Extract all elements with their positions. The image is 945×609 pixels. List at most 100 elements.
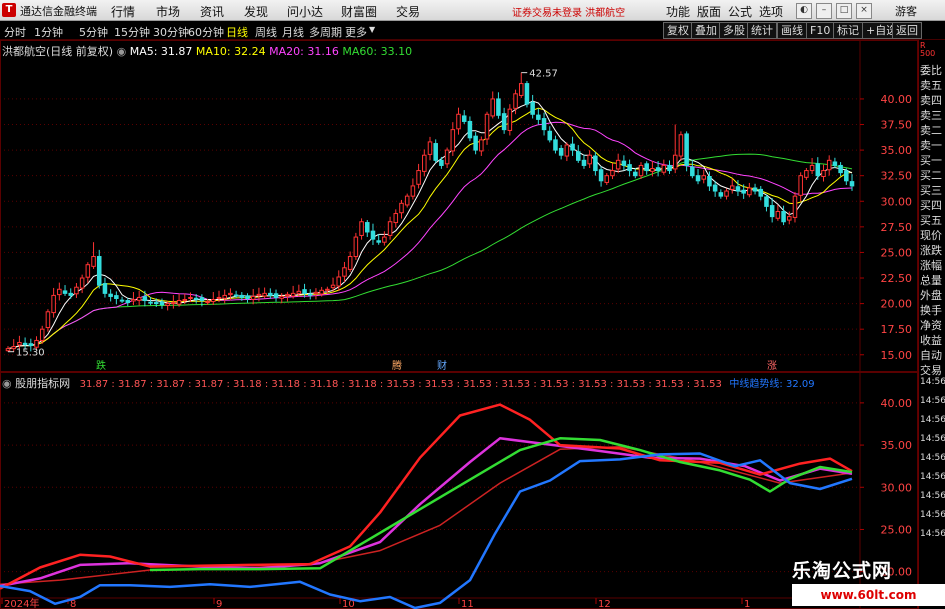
tab-fenshi[interactable]: 分时 (4, 24, 26, 40)
maximize-icon[interactable]: □ (836, 3, 852, 19)
candle (684, 133, 689, 166)
menu-xuanxiang[interactable]: 选项 (759, 3, 783, 20)
menu-faxian[interactable]: 发现 (244, 3, 268, 20)
tab-weekly[interactable]: 周线 (255, 24, 277, 40)
close-icon[interactable]: × (856, 3, 872, 19)
indicator-chart[interactable]: 40.0035.0030.0025.0020.002024年 8 9 10 11 12 1 (0, 372, 918, 609)
minimize-icon[interactable]: – (816, 3, 832, 19)
candle (752, 187, 758, 192)
menu-zixun[interactable]: 资讯 (200, 3, 224, 20)
candle (672, 154, 678, 170)
quote-field-label: 外盘 (920, 289, 942, 302)
trade-login-warning[interactable]: 证券交易未登录 洪都航空 (512, 4, 625, 19)
statistics-button[interactable]: 统计 (747, 22, 777, 39)
candle (233, 294, 239, 297)
tab-5min[interactable]: 5分钟 (79, 24, 108, 40)
overlay-button[interactable]: 叠加 (691, 22, 721, 39)
app-logo-icon: T (2, 3, 16, 17)
candle (826, 159, 832, 171)
candle (34, 339, 39, 348)
candle (661, 164, 667, 173)
quote-field-label: 净资 (920, 319, 942, 332)
candle (724, 190, 729, 197)
candle (844, 170, 849, 182)
candle (496, 98, 501, 116)
candle (787, 216, 792, 221)
candle (838, 164, 843, 174)
tab-multi-period[interactable]: 多周期 (309, 24, 342, 40)
menu-wenxiaoda[interactable]: 问小达 (287, 3, 323, 20)
ind-red-line (0, 403, 853, 590)
candle (610, 170, 615, 177)
fuquan-button[interactable]: 复权 (663, 22, 693, 39)
candle (650, 168, 655, 172)
candle (154, 302, 159, 305)
candle (119, 299, 125, 302)
menu-hangqing[interactable]: 行情 (111, 3, 135, 20)
legend-settings-icon[interactable]: ◉ (2, 377, 15, 390)
candle (62, 290, 68, 294)
tab-15min[interactable]: 15分钟 (114, 24, 150, 40)
tab-more[interactable]: 更多 (345, 24, 367, 40)
menu-shichang[interactable]: 市场 (156, 3, 180, 20)
low-label: 15.30 (16, 348, 45, 359)
candle (85, 264, 91, 278)
menu-caifuquan[interactable]: 财富圈 (341, 3, 377, 20)
candle (467, 120, 473, 139)
indicator-name: 股朋指标网 (15, 377, 71, 390)
tab-30min[interactable]: 30分钟 (153, 24, 189, 40)
candle (564, 144, 570, 157)
candle (416, 170, 421, 185)
candle (593, 155, 598, 172)
ma60-legend: MA60: 33.10 (342, 45, 413, 58)
tab-1min[interactable]: 1分钟 (34, 24, 63, 40)
quote-field-label: 收益 (920, 334, 942, 347)
menu-gongneng[interactable]: 功能 (666, 3, 690, 20)
candle (336, 276, 342, 287)
period-toolbar: 分时 1分钟 5分钟 15分钟 30分钟 60分钟 日线 周线 月线 多周期 更… (0, 21, 945, 40)
candle (57, 288, 62, 296)
candle (245, 295, 250, 299)
guest-login[interactable]: 游客 (895, 3, 917, 19)
y-tick-label: 20.00 (881, 298, 913, 311)
skin-icon[interactable]: ◐ (796, 3, 812, 19)
mark-button[interactable]: 标记 (833, 22, 863, 39)
candle (644, 163, 649, 172)
candle (74, 286, 79, 295)
candle (342, 267, 347, 277)
candle (45, 311, 51, 329)
candle (222, 294, 227, 299)
candle (809, 164, 815, 172)
legend-settings-icon[interactable]: ◉ (117, 45, 130, 58)
more-dropdown-icon[interactable]: ▼ (369, 25, 375, 34)
f10-button[interactable]: F10 (806, 22, 835, 39)
candle (290, 292, 296, 297)
quote-side-panel: R 500 委比 卖五 卖四 卖三 卖二 卖一 买一 买二 买三 买四 买五 现价 涨跌 涨幅 总量 外盘 换手 净资… (918, 40, 945, 609)
candle (638, 164, 644, 177)
x-tick-label: 1 (744, 599, 750, 609)
candlestick-chart[interactable]: 40.00 37.50 35.00 32.50 30.00 27.50 25.00 22.50… (0, 40, 918, 372)
multi-stock-button[interactable]: 多股 (719, 22, 749, 39)
tab-daily[interactable]: 日线 (226, 24, 248, 40)
candle (410, 185, 416, 197)
menu-banmian[interactable]: 版面 (697, 3, 721, 20)
tab-60min[interactable]: 60分钟 (188, 24, 224, 40)
draw-line-button[interactable]: 画线 (777, 22, 807, 39)
candle (558, 147, 564, 156)
menu-gongshi[interactable]: 公式 (728, 3, 752, 20)
quote-field-label: 买三 (920, 184, 942, 197)
y-tick-label: 25.00 (881, 246, 913, 259)
candle (479, 139, 484, 152)
event-tag: 涨 (767, 360, 777, 372)
candle (199, 297, 205, 302)
tab-monthly[interactable]: 月线 (282, 24, 304, 40)
candle (821, 170, 826, 178)
back-button[interactable]: 返回 (892, 22, 922, 39)
high-label: 42.57 (529, 69, 558, 80)
candle (832, 161, 838, 166)
menu-jiaoyi[interactable]: 交易 (396, 3, 420, 20)
main-chart-legend: 洪都航空(日线 前复权) ◉ MA5: 31.87 MA10: 32.24 MA… (2, 43, 412, 59)
candle (302, 289, 307, 294)
candle (604, 175, 610, 183)
candle (28, 343, 34, 347)
